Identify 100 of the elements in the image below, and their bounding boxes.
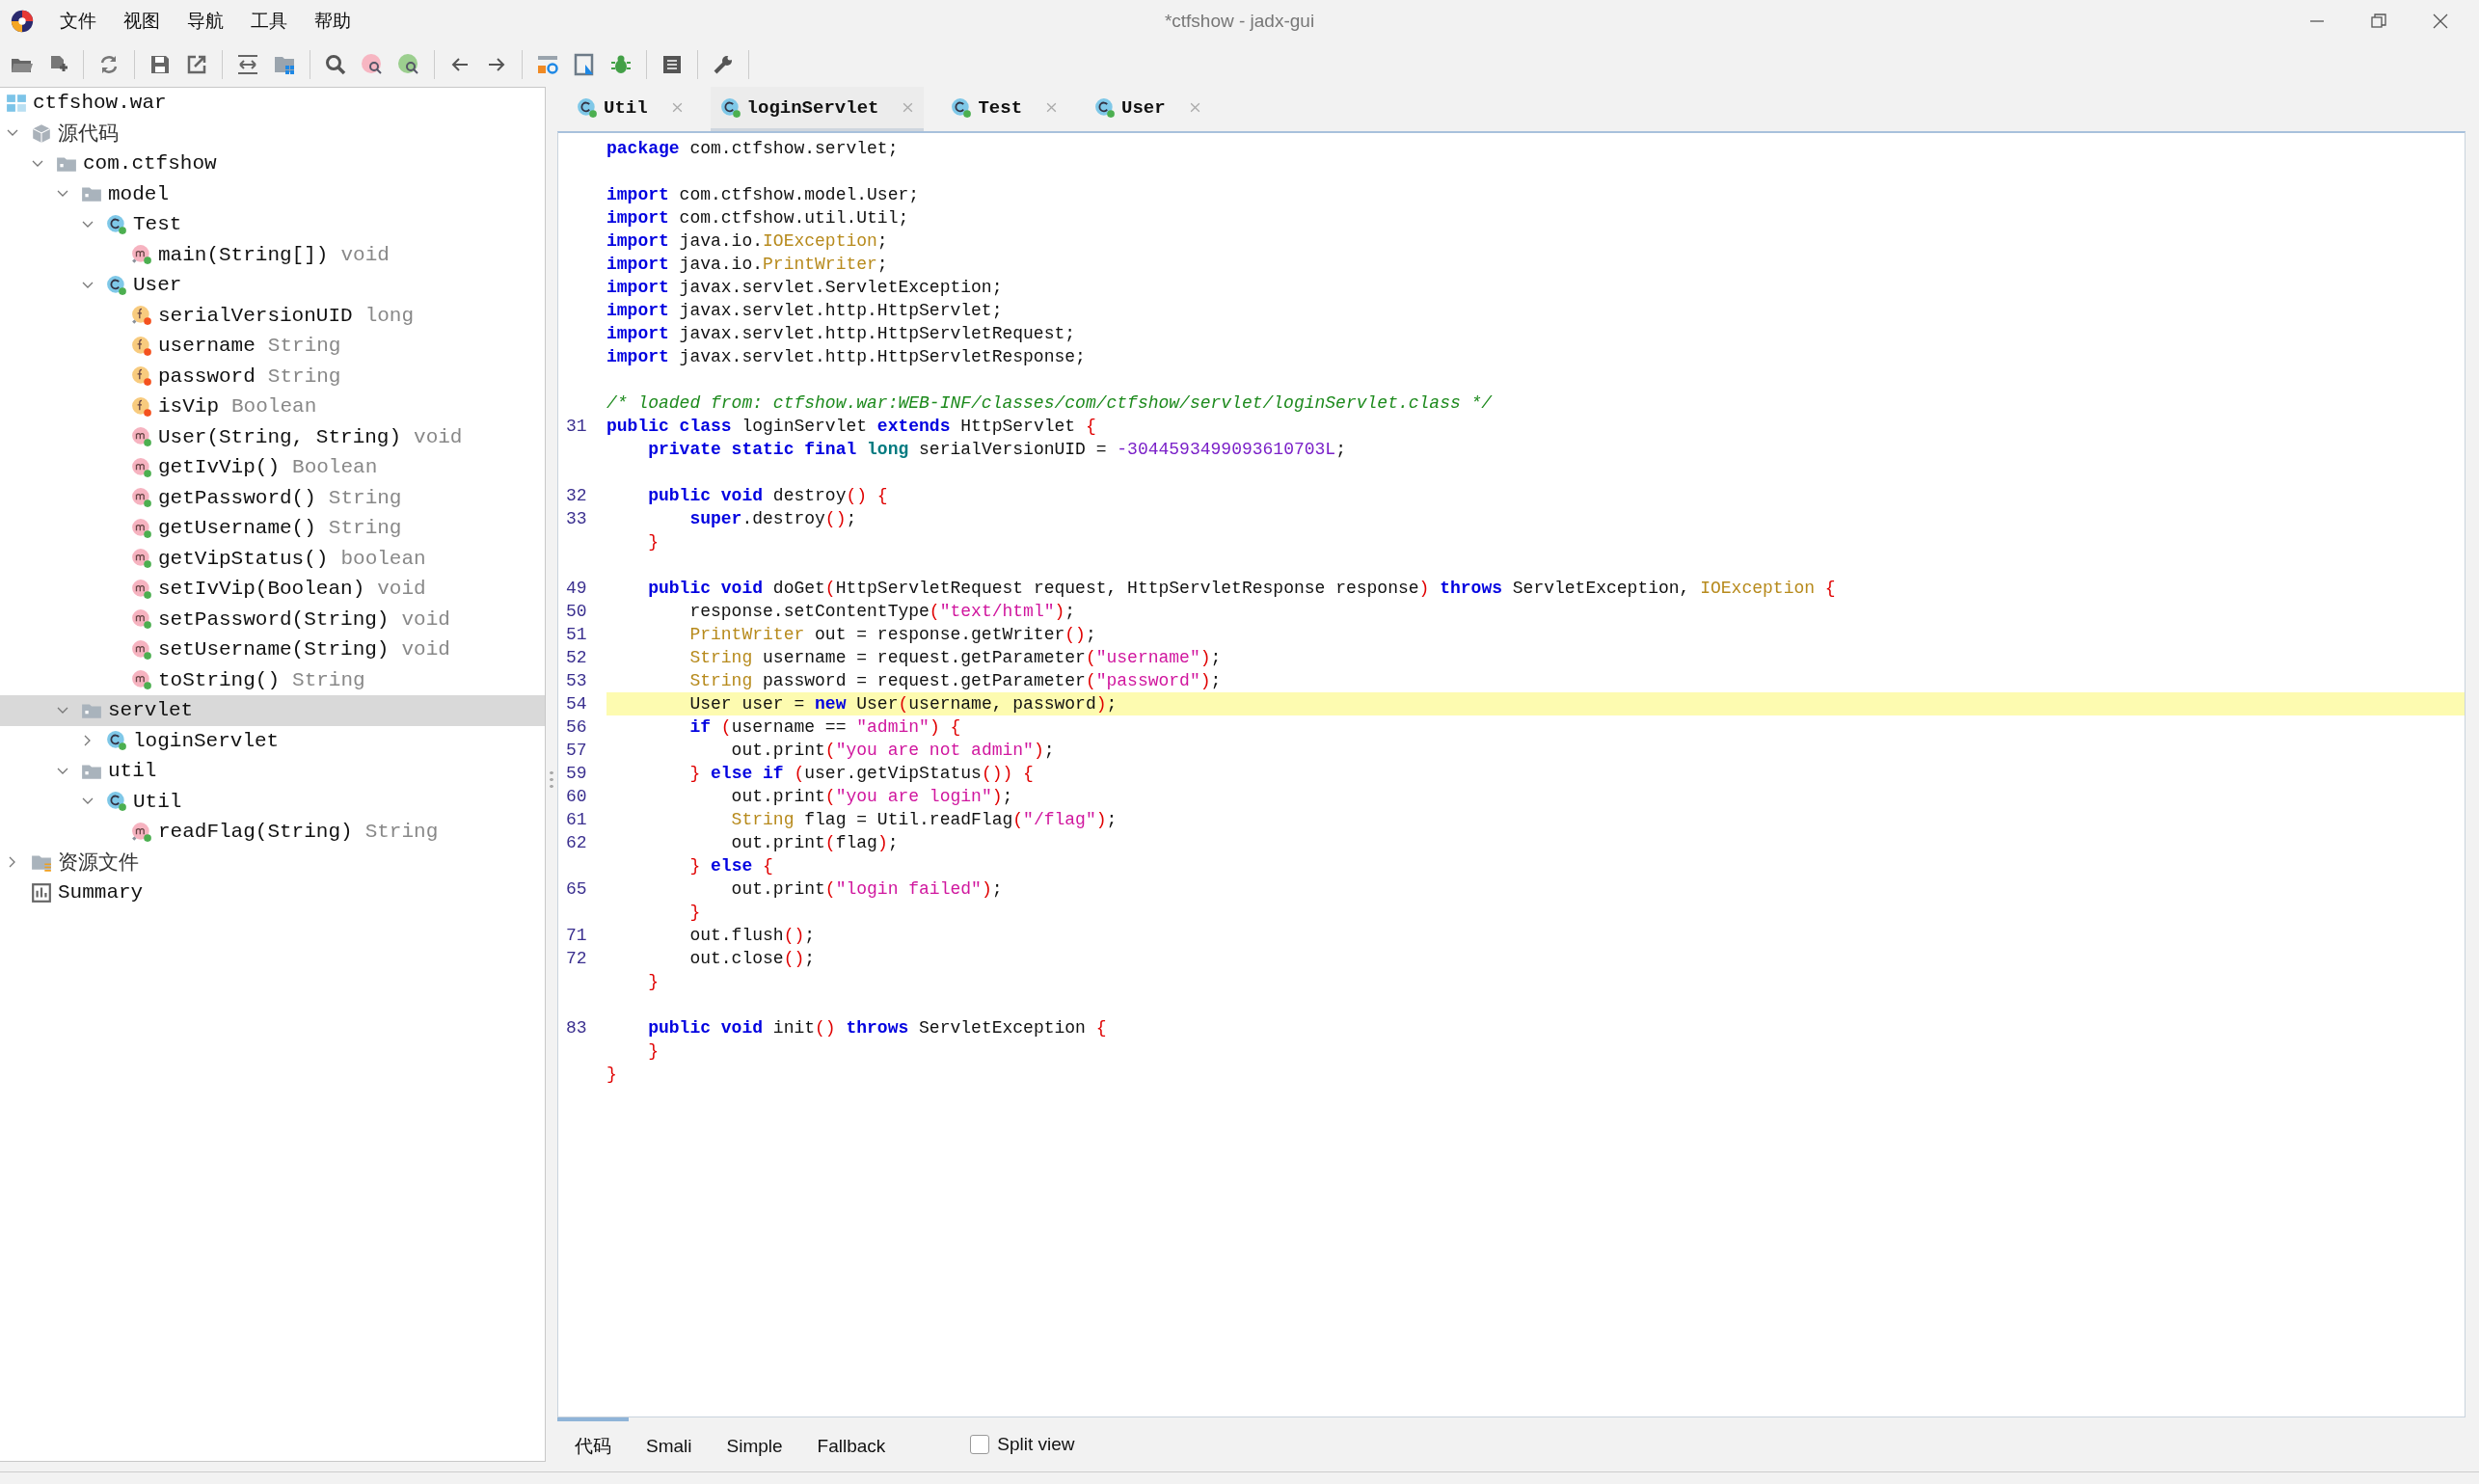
tree-item[interactable]: serialVersionUID <box>158 304 353 327</box>
view-tab[interactable]: Simple <box>709 1417 800 1471</box>
code-line: out.flush(); <box>688 926 816 945</box>
code-line: } else { <box>688 856 773 876</box>
code-line: /* loaded from: ctfshow.war:WEB-INF/classes/com/ctfshow/servlet/loginServlet.class */ <box>606 393 1493 413</box>
class-icon <box>577 96 598 119</box>
save-icon[interactable] <box>148 53 172 76</box>
tree-item[interactable]: Test <box>133 213 182 236</box>
line-number: 71 <box>565 926 588 945</box>
type-label: void <box>340 243 390 266</box>
type-label: void <box>414 425 463 448</box>
code-line: User user = new User(username, password); <box>688 694 1118 714</box>
tree-item[interactable]: ctfshow.war <box>33 92 167 115</box>
wrench-icon[interactable] <box>712 53 735 76</box>
line-number: 50 <box>565 602 588 621</box>
editor-tab[interactable]: User <box>1085 87 1211 131</box>
line-number: 61 <box>565 810 588 829</box>
export-icon[interactable] <box>185 53 208 76</box>
code-line: import javax.servlet.http.HttpServlet; <box>606 301 1003 320</box>
code-line: public void doGet(HttpServletRequest request, HttpServletResponse response) throws ServletException, IOException { <box>647 579 1836 598</box>
type-label: void <box>377 578 426 601</box>
type-label: String <box>267 335 341 358</box>
checkbox[interactable] <box>970 1435 990 1454</box>
tree-item[interactable]: setPassword(String) <box>158 607 390 631</box>
tree-item[interactable]: username <box>158 335 256 358</box>
editor-tab[interactable]: loginServlet <box>710 87 925 131</box>
code-line: } else if (user.getVipStatus()) { <box>688 764 1034 783</box>
tree-item[interactable]: toString() <box>158 668 281 691</box>
class-icon <box>1094 96 1117 119</box>
document-icon[interactable] <box>660 53 684 76</box>
bookmark-icon[interactable] <box>573 53 596 76</box>
editor-tab[interactable]: Util <box>567 87 693 131</box>
tree-item[interactable]: Util <box>133 790 182 813</box>
tree-item[interactable]: com.ctfshow <box>83 152 217 175</box>
tree-item[interactable]: 资源文件 <box>58 849 139 877</box>
menu-item[interactable]: 文件 <box>60 9 96 34</box>
settings-icon[interactable] <box>536 53 559 76</box>
tree-item[interactable]: getPassword() <box>158 486 316 509</box>
tree-item[interactable]: 源代码 <box>58 120 119 148</box>
archive-icon <box>6 92 27 114</box>
code-line: private static final long serialVersionUID = -3044593499093610703L; <box>647 440 1346 459</box>
method-icon <box>131 669 152 691</box>
type-label: boolean <box>340 547 426 570</box>
view-tab[interactable]: Smali <box>629 1417 710 1471</box>
expand-icon[interactable] <box>236 53 259 76</box>
tree-item[interactable]: util <box>108 760 157 783</box>
line-number: 54 <box>565 694 588 714</box>
menu-item[interactable]: 导航 <box>187 9 224 34</box>
class-icon <box>106 274 127 296</box>
view-tab[interactable]: Fallback <box>799 1417 903 1471</box>
tree-item[interactable]: model <box>108 182 169 205</box>
tree-item[interactable]: User(String, String) <box>158 425 402 448</box>
tree-item[interactable]: getVipStatus() <box>158 547 329 570</box>
code-line: response.setContentType("text/html"); <box>688 602 1076 621</box>
menu-item[interactable]: 工具 <box>251 9 287 34</box>
tree-item[interactable]: isVip <box>158 395 219 418</box>
tree-item[interactable]: getUsername() <box>158 517 316 540</box>
type-label: String <box>267 364 341 388</box>
method-icon <box>131 548 152 570</box>
field-icon <box>131 395 152 418</box>
type-label: String <box>364 821 439 844</box>
tree-item[interactable]: loginServlet <box>133 729 280 752</box>
method-icon <box>131 638 152 661</box>
search-icon[interactable] <box>324 53 347 76</box>
close-icon[interactable] <box>2431 12 2450 31</box>
code-line: out.print("login failed"); <box>730 879 1003 899</box>
tree-item[interactable]: servlet <box>108 699 194 722</box>
method-icon <box>131 426 152 448</box>
search-usage-icon[interactable] <box>397 53 420 76</box>
tree-item[interactable]: setIvVip(Boolean) <box>158 578 365 601</box>
tree-item[interactable]: setUsername(String) <box>158 638 390 661</box>
tree-item[interactable]: readFlag(String) <box>158 821 353 844</box>
tree-item[interactable]: getIvVip() <box>158 456 281 479</box>
tree-item[interactable]: Summary <box>58 881 144 904</box>
bug-icon[interactable] <box>609 53 633 76</box>
code-line: out.close(); <box>688 949 816 968</box>
type-label: void <box>401 638 450 661</box>
code-line: super.destroy(); <box>688 509 857 528</box>
type-label: String <box>328 486 402 509</box>
tree-item[interactable]: main(String[]) <box>158 243 329 266</box>
menu-item[interactable]: 视图 <box>123 9 160 34</box>
code-line: public class loginServlet extends HttpServlet { <box>606 417 1096 436</box>
tree-item[interactable]: password <box>158 364 256 388</box>
code-line: import com.ctfshow.util.Util; <box>606 208 909 228</box>
splitter-handle[interactable] <box>550 769 553 789</box>
checkbox-label: Split view <box>997 1434 1075 1455</box>
line-number: 52 <box>565 648 588 667</box>
class-icon <box>106 730 127 752</box>
code-line: } <box>647 532 659 552</box>
editor-tab[interactable]: Test <box>941 87 1068 131</box>
search-class-icon[interactable] <box>361 53 384 76</box>
type-label: Boolean <box>292 456 378 479</box>
menu-item[interactable]: 帮助 <box>314 9 351 34</box>
tree-item[interactable]: User <box>133 274 182 297</box>
line-number: 72 <box>565 949 588 968</box>
view-tab[interactable]: 代码 <box>557 1417 629 1471</box>
code-line: out.print(flag); <box>730 833 899 852</box>
method-icon <box>131 487 152 509</box>
code-line: import javax.servlet.http.HttpServletResponse; <box>606 347 1086 366</box>
restore-icon[interactable] <box>2369 12 2388 31</box>
